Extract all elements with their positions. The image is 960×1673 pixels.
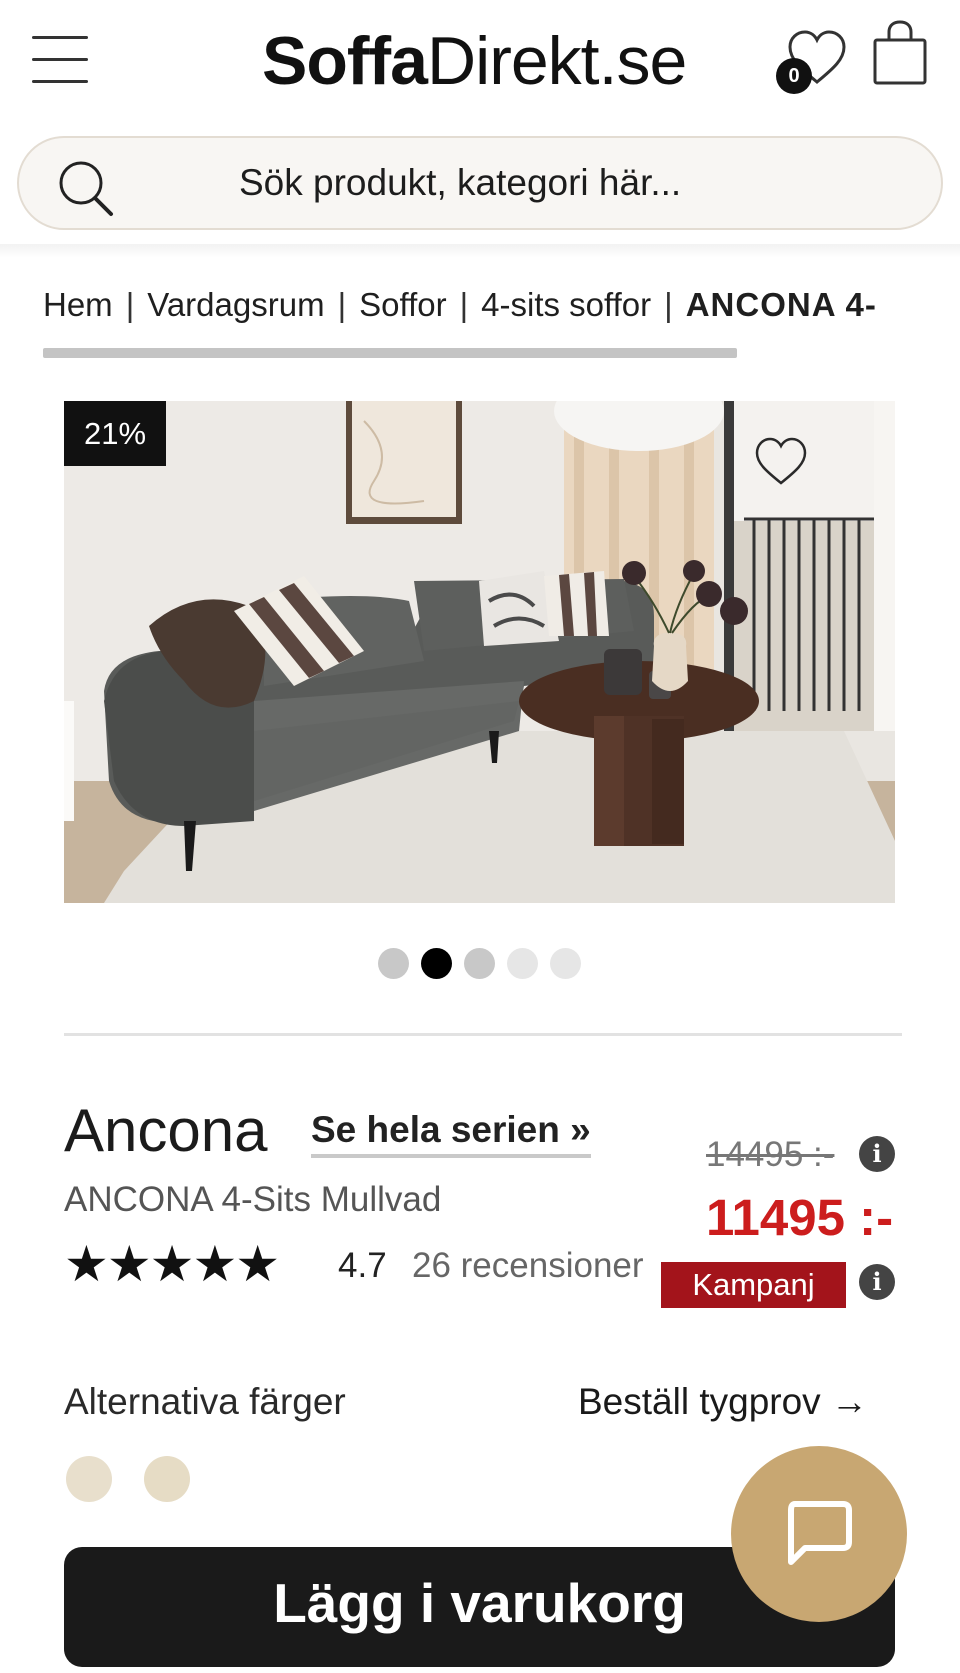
order-fabric-sample-link[interactable]: Beställ tygprov → bbox=[578, 1381, 868, 1423]
breadcrumb-scrollbar[interactable] bbox=[43, 348, 737, 358]
reviews-link[interactable]: 26 recensioner bbox=[412, 1246, 644, 1286]
breadcrumb-fade bbox=[887, 282, 937, 332]
discount-badge: 21% bbox=[64, 401, 166, 466]
carousel-dot-active[interactable] bbox=[421, 948, 452, 979]
price-info-icon[interactable]: i bbox=[859, 1136, 895, 1172]
campaign-badge: Kampanj bbox=[661, 1262, 846, 1308]
rating-stars: ★★★★★ bbox=[64, 1236, 280, 1292]
breadcrumb-item-4-sits-soffor[interactable]: 4-sits soffor bbox=[481, 286, 651, 323]
site-logo[interactable]: SoffaDirekt.se bbox=[262, 22, 687, 100]
campaign-info-icon[interactable]: i bbox=[859, 1264, 895, 1300]
wishlist-button[interactable]: 0 bbox=[776, 28, 848, 94]
color-swatch[interactable] bbox=[66, 1456, 112, 1502]
fabric-sample-label: Beställ tygprov bbox=[578, 1381, 821, 1422]
carousel-dot[interactable] bbox=[507, 948, 538, 979]
chat-button[interactable] bbox=[731, 1446, 907, 1622]
carousel-dot[interactable] bbox=[378, 948, 409, 979]
search-bar[interactable]: Sök produkt, kategori här... bbox=[17, 136, 943, 230]
product-subtitle: ANCONA 4-Sits Mullvad bbox=[64, 1180, 442, 1219]
breadcrumb-separator: | bbox=[664, 286, 673, 323]
breadcrumb-item-hem[interactable]: Hem bbox=[43, 286, 113, 323]
logo-regular-text: Direkt.se bbox=[427, 23, 687, 99]
alternative-colors-label: Alternativa färger bbox=[64, 1381, 346, 1422]
rating-score: 4.7 bbox=[338, 1246, 387, 1285]
wishlist-count-badge: 0 bbox=[776, 58, 812, 94]
breadcrumb-separator: | bbox=[337, 286, 347, 323]
logo-bold-text: Soffa bbox=[262, 23, 428, 99]
search-icon bbox=[59, 161, 113, 216]
breadcrumb-current: ANCONA 4- bbox=[685, 286, 877, 323]
campaign-price: 11495 :- bbox=[706, 1189, 894, 1246]
arrow-right-icon: → bbox=[830, 1381, 868, 1422]
shopping-bag-icon[interactable] bbox=[872, 20, 928, 86]
site-header: SoffaDirekt.se 0 bbox=[0, 0, 960, 120]
see-series-link[interactable]: Se hela serien » bbox=[311, 1109, 591, 1158]
product-title: Ancona bbox=[64, 1097, 268, 1164]
section-divider bbox=[64, 1033, 902, 1036]
original-price: 14495 :- bbox=[706, 1135, 835, 1174]
color-swatch[interactable] bbox=[144, 1456, 190, 1502]
carousel-dot[interactable] bbox=[550, 948, 581, 979]
chat-bubble-icon bbox=[788, 1501, 852, 1565]
breadcrumb-separator: | bbox=[125, 286, 135, 323]
menu-icon[interactable] bbox=[32, 34, 88, 86]
breadcrumb-item-vardagsrum[interactable]: Vardagsrum bbox=[147, 286, 324, 323]
breadcrumb-separator: | bbox=[459, 286, 469, 323]
breadcrumb: Hem | Vardagsrum | Soffor | 4-sits soffor | ANCO… bbox=[43, 286, 917, 332]
header-shadow bbox=[0, 244, 960, 258]
carousel-dot[interactable] bbox=[464, 948, 495, 979]
favorite-heart-icon[interactable] bbox=[754, 436, 808, 488]
breadcrumb-item-soffor[interactable]: Soffor bbox=[359, 286, 446, 323]
carousel-dots bbox=[378, 947, 584, 981]
search-placeholder: Sök produkt, kategori här... bbox=[239, 162, 682, 203]
